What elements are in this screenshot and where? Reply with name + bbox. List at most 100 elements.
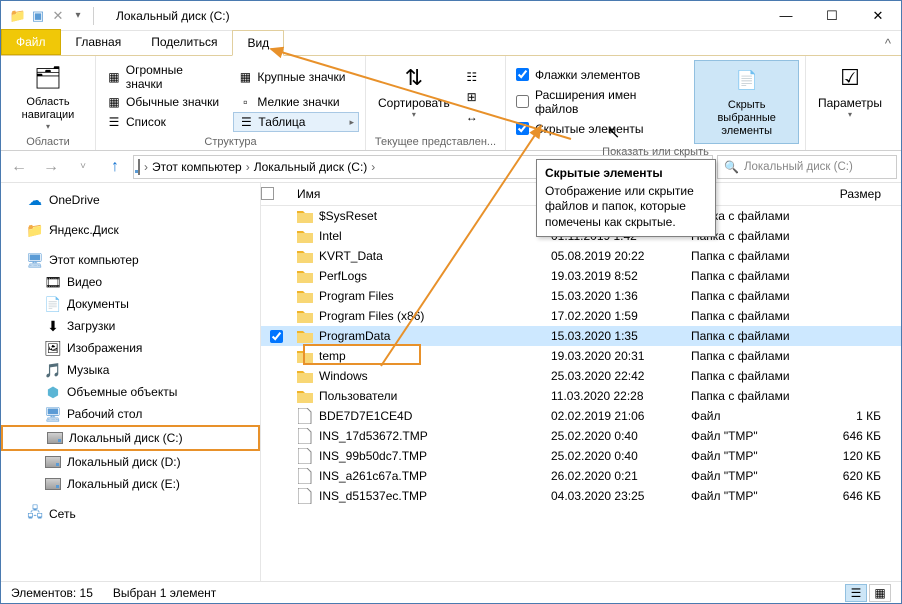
file-date: 11.03.2020 22:28 bbox=[551, 389, 691, 403]
file-row[interactable]: INS_d51537ec.TMP04.03.2020 23:25Файл "TM… bbox=[261, 486, 901, 506]
nav-onedrive[interactable]: ☁OneDrive bbox=[1, 189, 260, 211]
close-button[interactable]: ✕ bbox=[855, 1, 901, 31]
file-icon bbox=[297, 468, 313, 484]
sort-button[interactable]: ⇅ Сортировать ▾ bbox=[372, 60, 456, 134]
layout-table[interactable]: ☰Таблица▸ bbox=[233, 112, 359, 132]
crumb-drive[interactable]: Локальный диск (C:) bbox=[254, 160, 368, 174]
layout-huge[interactable]: ▦Огромные значки bbox=[102, 62, 225, 92]
nav-video[interactable]: 🎞Видео bbox=[1, 271, 260, 293]
tab-share[interactable]: Поделиться bbox=[136, 29, 232, 55]
status-count: Элементов: 15 bbox=[11, 586, 93, 600]
tooltip: Скрытые элементы Отображение или скрытие… bbox=[536, 159, 716, 237]
folder-icon bbox=[297, 208, 313, 224]
nav-thispc[interactable]: 🖥Этот компьютер bbox=[1, 249, 260, 271]
hidden-toggle[interactable]: Скрытые элементы bbox=[512, 120, 684, 138]
nav-objects[interactable]: ⬢Объемные объекты bbox=[1, 381, 260, 403]
file-icon bbox=[297, 448, 313, 464]
file-date: 25.03.2020 22:42 bbox=[551, 369, 691, 383]
folder-icon bbox=[297, 328, 313, 344]
file-row[interactable]: BDE7D7E1CE4D02.02.2019 21:06Файл1 КБ bbox=[261, 406, 901, 426]
folder-icon bbox=[297, 248, 313, 264]
folder-icon bbox=[297, 368, 313, 384]
file-row[interactable]: Program Files15.03.2020 1:36Папка с файл… bbox=[261, 286, 901, 306]
nav-network[interactable]: 🖧Сеть bbox=[1, 503, 260, 525]
status-selected: Выбран 1 элемент bbox=[113, 586, 216, 600]
file-type: Папка с файлами bbox=[691, 329, 841, 343]
tab-view[interactable]: Вид bbox=[232, 30, 284, 56]
table-icon: ☰ bbox=[238, 114, 254, 130]
back-button[interactable]: ← bbox=[5, 154, 33, 180]
file-row[interactable]: INS_99b50dc7.TMP25.02.2020 0:40Файл "TMP… bbox=[261, 446, 901, 466]
file-row[interactable]: ProgramData15.03.2020 1:35Папка с файлам… bbox=[261, 326, 901, 346]
nav-pane-button[interactable]: 🗂 Область навигации ▾ bbox=[7, 60, 89, 134]
collapse-ribbon-icon[interactable]: ^ bbox=[885, 36, 891, 51]
huge-icon: ▦ bbox=[106, 69, 122, 85]
select-all-checkbox[interactable] bbox=[261, 187, 274, 200]
file-date: 05.08.2019 20:22 bbox=[551, 249, 691, 263]
file-date: 19.03.2019 8:52 bbox=[551, 269, 691, 283]
layout-small[interactable]: ▫Мелкие значки bbox=[233, 93, 359, 111]
file-size: 646 КБ bbox=[841, 489, 901, 503]
file-type: Файл "TMP" bbox=[691, 469, 841, 483]
folder-icon bbox=[297, 228, 313, 244]
extensions-toggle[interactable]: Расширения имен файлов bbox=[512, 86, 684, 118]
col-name[interactable]: Имя bbox=[291, 187, 550, 201]
row-checkbox[interactable] bbox=[270, 330, 283, 343]
qat-new-folder-icon[interactable]: ✕ bbox=[49, 7, 67, 25]
nav-downloads[interactable]: ⬇Загрузки bbox=[1, 315, 260, 337]
file-row[interactable]: INS_17d53672.TMP25.02.2020 0:40Файл "TMP… bbox=[261, 426, 901, 446]
checkboxes-toggle[interactable]: Флажки элементов bbox=[512, 66, 684, 84]
add-columns-button[interactable]: ⊞ bbox=[460, 88, 484, 106]
options-icon: ☑ bbox=[834, 62, 866, 94]
group-view-label: Текущее представлен... bbox=[372, 134, 499, 148]
file-row[interactable]: temp19.03.2020 20:31Папка с файлами bbox=[261, 346, 901, 366]
col-size[interactable]: Размер bbox=[840, 187, 901, 201]
file-name: BDE7D7E1CE4D bbox=[319, 409, 412, 423]
nav-desktop[interactable]: 🖥Рабочий стол bbox=[1, 403, 260, 425]
tab-home[interactable]: Главная bbox=[61, 29, 137, 55]
crumb-thispc[interactable]: Этот компьютер bbox=[152, 160, 242, 174]
minimize-button[interactable]: — bbox=[763, 1, 809, 31]
nav-drive-d[interactable]: Локальный диск (D:) bbox=[1, 451, 260, 473]
layout-large[interactable]: ▦Крупные значки bbox=[233, 62, 359, 92]
file-size: 1 КБ bbox=[841, 409, 901, 423]
file-row[interactable]: INS_a261c67a.TMP26.02.2020 0:21Файл "TMP… bbox=[261, 466, 901, 486]
qat-properties-icon[interactable]: ▣ bbox=[29, 7, 47, 25]
qat-dropdown-icon[interactable]: ▾ bbox=[69, 7, 87, 25]
recent-dropdown[interactable]: ˅ bbox=[69, 154, 97, 180]
nav-drive-e[interactable]: Локальный диск (E:) bbox=[1, 473, 260, 495]
file-date: 02.02.2019 21:06 bbox=[551, 409, 691, 423]
options-button[interactable]: ☑ Параметры ▾ bbox=[812, 60, 888, 134]
nav-music[interactable]: 🎵Музыка bbox=[1, 359, 260, 381]
search-input[interactable]: 🔍 Локальный диск (C:) bbox=[717, 155, 897, 179]
maximize-button[interactable]: ☐ bbox=[809, 1, 855, 31]
tab-file[interactable]: Файл bbox=[1, 29, 61, 55]
file-size: 120 КБ bbox=[841, 449, 901, 463]
nav-docs[interactable]: 📄Документы bbox=[1, 293, 260, 315]
file-name: $SysReset bbox=[319, 209, 377, 223]
layout-list[interactable]: ☰Список bbox=[102, 112, 225, 132]
file-row[interactable]: PerfLogs19.03.2019 8:52Папка с файлами bbox=[261, 266, 901, 286]
nav-pane-icon: 🗂 bbox=[32, 62, 64, 94]
file-type: Файл "TMP" bbox=[691, 429, 841, 443]
file-row[interactable]: KVRT_Data05.08.2019 20:22Папка с файлами bbox=[261, 246, 901, 266]
nav-yandex[interactable]: 📁Яндекс.Диск bbox=[1, 219, 260, 241]
hide-selected-button[interactable]: 📄 Скрыть выбранные элементы bbox=[694, 60, 799, 144]
group-show-label: Показать или скрыть bbox=[512, 144, 799, 158]
up-button[interactable]: ↑ bbox=[101, 154, 129, 180]
icons-view-icon[interactable]: ▦ bbox=[869, 584, 891, 602]
size-columns-button[interactable]: ↔ bbox=[460, 108, 484, 126]
file-row[interactable]: Пользователи11.03.2020 22:28Папка с файл… bbox=[261, 386, 901, 406]
file-name: temp bbox=[319, 349, 346, 363]
file-row[interactable]: Windows25.03.2020 22:42Папка с файлами bbox=[261, 366, 901, 386]
layout-medium[interactable]: ▦Обычные значки bbox=[102, 93, 225, 111]
group-by-button[interactable]: ☷ bbox=[460, 68, 484, 86]
medium-icon: ▦ bbox=[106, 94, 122, 110]
folder-icon bbox=[297, 348, 313, 364]
nav-drive-c[interactable]: Локальный диск (C:) bbox=[1, 425, 260, 451]
nav-pictures[interactable]: 🖼Изображения bbox=[1, 337, 260, 359]
file-row[interactable]: Program Files (x86)17.02.2020 1:59Папка … bbox=[261, 306, 901, 326]
forward-button[interactable]: → bbox=[37, 154, 65, 180]
status-bar: Элементов: 15 Выбран 1 элемент ☰ ▦ bbox=[1, 581, 901, 603]
details-view-icon[interactable]: ☰ bbox=[845, 584, 867, 602]
